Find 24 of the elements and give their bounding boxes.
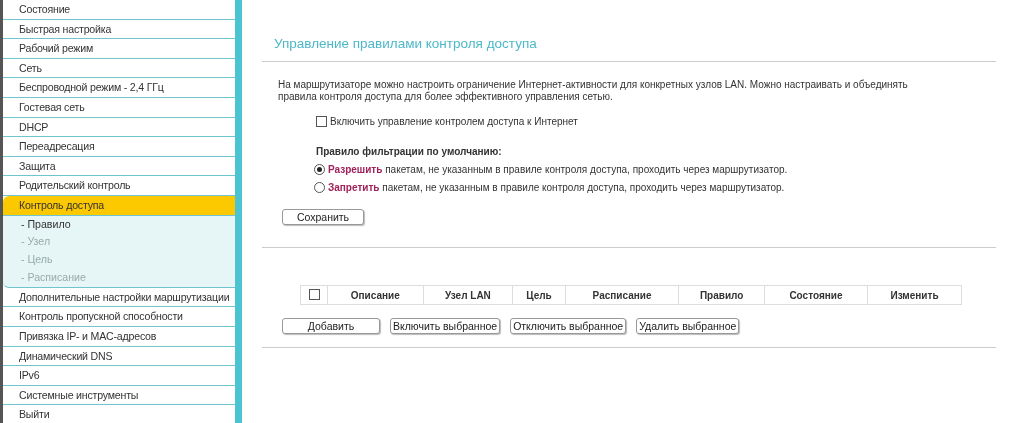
- save-button[interactable]: Сохранить: [282, 209, 364, 225]
- filter-label: Правило фильтрации по умолчанию:: [316, 146, 503, 157]
- column-header: Состояние: [764, 285, 868, 305]
- action-button[interactable]: Отключить выбранное: [510, 318, 627, 334]
- radio-label: Запретить пакетам, не указанным в правиле контроля доступа, проходить через маршрутизатор.: [328, 182, 785, 193]
- submenu-item[interactable]: - Правило: [3, 215, 235, 234]
- radio-label: Разрешить пакетам, не указанным в правиле контроля доступа, проходить через маршрутизатор.: [328, 164, 788, 175]
- radio-button[interactable]: [314, 164, 325, 175]
- select-all-checkbox[interactable]: [308, 288, 320, 300]
- action-button[interactable]: Удалить выбранное: [636, 318, 740, 334]
- radio-button[interactable]: [314, 182, 325, 193]
- column-header: Расписание: [565, 285, 679, 305]
- column-header: Узел LAN: [423, 285, 513, 305]
- checkbox-label: Включить управление контролем доступа к Интернет: [330, 116, 578, 127]
- description-text: На маршрутизаторе можно настроить ограничение Интернет-активности для конкретных узлов LAN. Можно настраивать и объединять правила контроля доступа для более эффективного управления сетью.: [278, 79, 909, 103]
- column-header: Описание: [327, 285, 424, 305]
- column-header: Цель: [512, 285, 566, 305]
- sidebar-item[interactable]: Контроль доступа: [3, 195, 235, 216]
- page-title: Управление правилами контроля доступа: [262, 36, 996, 62]
- checkbox[interactable]: [316, 116, 327, 127]
- column-header: Изменить: [867, 285, 962, 305]
- column-header: Правило: [678, 285, 765, 305]
- action-button[interactable]: Добавить: [282, 318, 380, 334]
- action-button[interactable]: Включить выбранное: [390, 318, 501, 334]
